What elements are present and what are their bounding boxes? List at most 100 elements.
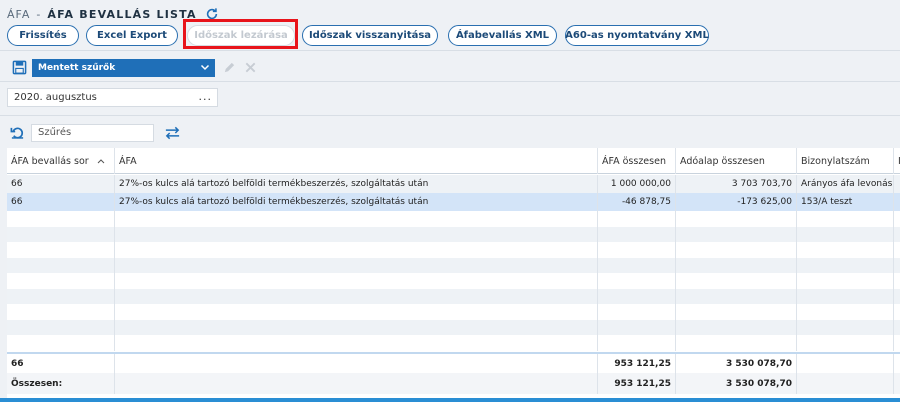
- edit-icon[interactable]: [223, 61, 236, 74]
- empty-table-row: [7, 304, 900, 320]
- group-total-row: 66 953 121,25 3 530 078,70: [7, 354, 900, 373]
- empty-cell: [115, 226, 598, 242]
- saved-filters-dropdown[interactable]: Mentett szűrők: [32, 58, 215, 77]
- empty-cell: [598, 319, 676, 335]
- cell-empty: [797, 354, 894, 373]
- empty-cell: [894, 242, 900, 258]
- empty-cell: [7, 257, 115, 273]
- column-header-vat[interactable]: ÁFA: [115, 148, 598, 174]
- empty-cell: [115, 288, 598, 304]
- period-more-button[interactable]: ...: [199, 90, 213, 103]
- empty-cell: [894, 304, 900, 320]
- empty-cell: [894, 258, 900, 274]
- empty-table-row: [7, 319, 900, 336]
- divider: [0, 81, 900, 82]
- period-selector[interactable]: 2020. augusztus ...: [7, 88, 218, 107]
- empty-cell: [676, 211, 797, 227]
- excel-export-button[interactable]: Excel Export: [86, 25, 178, 46]
- cell-empty: [115, 373, 598, 394]
- group-total-label: 66: [7, 354, 115, 373]
- data-grid: ÁFA bevallás sor ÁFA ÁFA összesen Adóala…: [7, 148, 900, 402]
- grand-total-label: Összesen:: [7, 373, 115, 394]
- empty-cell: [598, 242, 676, 258]
- empty-cell: [115, 319, 598, 335]
- empty-cell: [894, 273, 900, 289]
- empty-table-row: [7, 288, 900, 304]
- bottom-bar: [0, 398, 900, 402]
- vat-return-xml-button[interactable]: Áfabevallás XML: [448, 25, 557, 46]
- empty-cell: [676, 304, 797, 320]
- empty-table-row: [7, 242, 900, 258]
- empty-cell: [7, 273, 115, 289]
- empty-cell: [7, 288, 115, 304]
- empty-cell: [894, 211, 900, 227]
- cell-empty: [797, 373, 894, 394]
- empty-cell: [598, 288, 676, 304]
- column-header-extra[interactable]: I: [894, 148, 900, 174]
- empty-cell: [115, 335, 598, 351]
- search-input[interactable]: Szűrés: [31, 123, 154, 142]
- save-icon[interactable]: [12, 60, 27, 75]
- empty-cell: [7, 335, 115, 351]
- empty-table-row: [7, 273, 900, 289]
- highlight-box: [183, 19, 298, 49]
- close-icon[interactable]: [244, 61, 257, 74]
- empty-cell: [598, 257, 676, 273]
- empty-cell: [894, 320, 900, 336]
- empty-table-row: [7, 257, 900, 274]
- cell-empty: [115, 354, 598, 373]
- column-header-base-total[interactable]: Adóalap összesen: [676, 148, 797, 174]
- empty-cell: [115, 304, 598, 320]
- empty-cell: [7, 211, 115, 227]
- cell-base-total: -173 625,00: [676, 193, 797, 211]
- cell-extra: [894, 193, 900, 211]
- cell-document-number: 153/A teszt: [797, 193, 894, 211]
- empty-cell: [676, 242, 797, 258]
- divider: [0, 50, 900, 51]
- column-header-vat-row[interactable]: ÁFA bevallás sor: [7, 148, 115, 174]
- sort-ascending-icon[interactable]: [97, 158, 105, 164]
- swap-icon[interactable]: [164, 126, 181, 140]
- table-row[interactable]: 66 27%-os kulcs alá tartozó belföldi ter…: [7, 175, 900, 193]
- empty-cell: [797, 288, 894, 304]
- page-title: ÁFA BEVALLÁS LISTA: [47, 7, 197, 21]
- table-row-selected[interactable]: 66 27%-os kulcs alá tartozó belföldi ter…: [7, 193, 900, 211]
- a60-form-xml-button[interactable]: A60-as nyomtatvány XML: [565, 25, 709, 46]
- empty-cell: [598, 211, 676, 227]
- empty-cell: [7, 226, 115, 242]
- column-header-document-number[interactable]: Bizonylatszám: [797, 148, 894, 174]
- cell-vat-total: -46 878,75: [598, 193, 676, 211]
- search-row: Szűrés: [10, 123, 181, 142]
- empty-table-row: [7, 226, 900, 243]
- saved-filters-label: Mentett szűrők: [38, 62, 116, 73]
- empty-cell: [797, 211, 894, 227]
- column-header-vat-total[interactable]: ÁFA összesen: [598, 148, 676, 174]
- group-vat-total: 953 121,25: [598, 354, 676, 373]
- empty-cell: [797, 319, 894, 335]
- divider: [0, 115, 900, 116]
- empty-cell: [676, 288, 797, 304]
- empty-table-row: [7, 335, 900, 351]
- refresh-button[interactable]: Frissítés: [7, 25, 79, 46]
- empty-cell: [894, 335, 900, 351]
- grand-vat-total: 953 121,25: [598, 373, 676, 394]
- cell-extra: [894, 175, 900, 193]
- cell-vat: 27%-os kulcs alá tartozó belföldi termék…: [115, 193, 598, 211]
- empty-cell: [7, 242, 115, 258]
- empty-cell: [676, 257, 797, 273]
- empty-cell: [676, 273, 797, 289]
- empty-cell: [676, 319, 797, 335]
- empty-cell: [894, 227, 900, 243]
- grand-total-row: Összesen: 953 121,25 3 530 078,70: [7, 373, 900, 394]
- period-value: 2020. augusztus: [14, 92, 97, 103]
- empty-cell: [797, 242, 894, 258]
- saved-filters-row: Mentett szűrők: [12, 58, 257, 77]
- empty-cell: [598, 304, 676, 320]
- cell-vat: 27%-os kulcs alá tartozó belföldi termék…: [115, 175, 598, 193]
- reopen-period-button[interactable]: Időszak visszanyitása: [302, 25, 438, 46]
- group-base-total: 3 530 078,70: [676, 354, 797, 373]
- empty-cell: [797, 226, 894, 242]
- reset-icon[interactable]: [10, 125, 25, 140]
- cell-vat-row: 66: [7, 193, 115, 211]
- breadcrumb[interactable]: ÁFA: [7, 8, 30, 21]
